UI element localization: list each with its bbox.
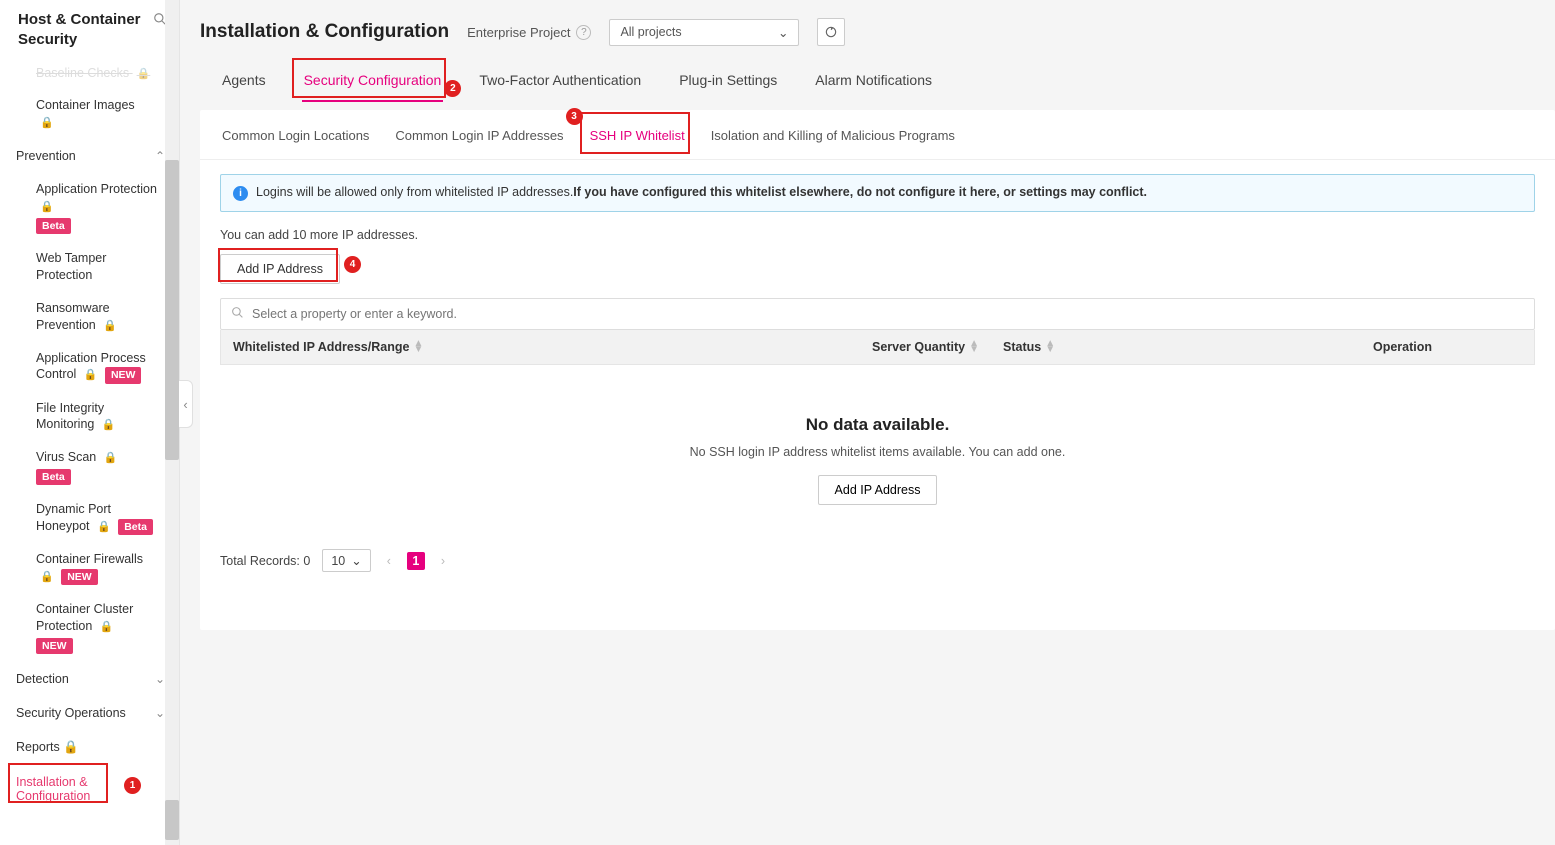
lock-icon: 🔒 — [103, 320, 117, 332]
add-ip-button-empty[interactable]: Add IP Address — [818, 475, 938, 505]
refresh-button[interactable] — [817, 18, 845, 46]
help-icon[interactable]: ? — [576, 25, 591, 40]
lock-icon: 🔒 — [104, 452, 118, 464]
sidebar: Host & Container Security Baseline Check… — [0, 0, 180, 845]
sidebar-item-app-protection[interactable]: Application Protection 🔒 Beta — [0, 173, 179, 242]
empty-heading: No data available. — [220, 415, 1535, 435]
step-marker-3: 3 — [566, 108, 583, 125]
tab-alarm-notifications[interactable]: Alarm Notifications — [813, 62, 934, 102]
sidebar-item-container-images[interactable]: Container Images🔒 — [0, 89, 179, 139]
lock-icon: 🔒 — [63, 740, 79, 754]
empty-subtext: No SSH login IP address whitelist items … — [220, 445, 1535, 459]
sidebar-scroll[interactable]: Baseline Checks 🔒 Container Images🔒 Prev… — [0, 65, 179, 845]
sort-icon: ▲▼ — [1045, 341, 1055, 353]
lock-icon: 🔒 — [137, 68, 151, 80]
enterprise-project-select[interactable]: All projects ⌄ — [609, 19, 799, 46]
enterprise-project-label: Enterprise Project ? — [467, 25, 591, 40]
lock-icon: 🔒 — [97, 521, 111, 533]
sidebar-item-cluster-prot[interactable]: Container Cluster Protection 🔒 NEW — [0, 593, 179, 662]
beta-badge: Beta — [118, 519, 153, 535]
primary-tabs: Agents Security Configuration 2 Two-Fact… — [200, 52, 1535, 102]
collapse-sidebar-handle[interactable]: ‹ — [179, 380, 193, 428]
col-operation: Operation — [1361, 330, 1534, 364]
tab-plugin-settings[interactable]: Plug-in Settings — [677, 62, 779, 102]
empty-state: No data available. No SSH login IP addre… — [220, 365, 1535, 535]
col-ip[interactable]: Whitelisted IP Address/Range ▲▼ — [221, 330, 601, 364]
page-next[interactable]: › — [437, 554, 449, 568]
banner-text-a: Logins will be allowed only from whiteli… — [256, 185, 573, 199]
banner-text-b: If you have configured this whitelist el… — [573, 185, 1147, 199]
new-badge: NEW — [61, 569, 98, 585]
page-prev[interactable]: ‹ — [383, 554, 395, 568]
lock-icon: 🔒 — [84, 369, 98, 381]
chevron-down-icon: ⌄ — [155, 706, 165, 720]
subtab-isolation[interactable]: Isolation and Killing of Malicious Progr… — [709, 126, 957, 145]
pagination: Total Records: 0 10 ⌄ ‹ 1 › — [200, 535, 1555, 590]
subtab-common-ips[interactable]: Common Login IP Addresses — [393, 126, 565, 145]
sidebar-item-baseline[interactable]: Baseline Checks 🔒 — [0, 65, 179, 90]
step-marker-4: 4 — [344, 256, 361, 273]
product-title: Host & Container Security — [18, 10, 153, 51]
sidebar-item-install-config[interactable]: Installation & Configuration 1 — [0, 765, 179, 813]
add-ip-button[interactable]: Add IP Address — [220, 254, 340, 284]
main-content: Installation & Configuration Enterprise … — [180, 0, 1555, 845]
chevron-up-icon: ⌃ — [155, 149, 165, 163]
lock-icon: 🔒 — [40, 571, 54, 583]
lock-icon: 🔒 — [40, 201, 54, 213]
sidebar-item-app-process[interactable]: Application Process Control 🔒 NEW — [0, 342, 179, 392]
chevron-down-icon: ⌄ — [778, 25, 788, 40]
scrollbar-thumb[interactable] — [165, 800, 179, 840]
search-bar[interactable] — [220, 298, 1535, 330]
step-marker-2: 2 — [444, 80, 461, 97]
sidebar-item-container-firewalls[interactable]: Container Firewalls🔒 NEW — [0, 543, 179, 593]
whitelist-table: Whitelisted IP Address/Range ▲▼ Server Q… — [220, 330, 1535, 535]
subtab-common-locations[interactable]: Common Login Locations — [220, 126, 371, 145]
search-icon — [231, 306, 244, 322]
col-status[interactable]: Status ▲▼ — [991, 330, 1361, 364]
page-current[interactable]: 1 — [407, 552, 425, 570]
sidebar-item-file-integrity[interactable]: File Integrity Monitoring 🔒 — [0, 392, 179, 442]
chevron-down-icon: ⌄ — [351, 553, 361, 568]
sidebar-group-detection[interactable]: Detection ⌄ — [0, 662, 179, 696]
info-icon: i — [233, 186, 248, 201]
sort-icon: ▲▼ — [413, 341, 423, 353]
secondary-tabs: Common Login Locations Common Login IP A… — [200, 110, 1555, 160]
tab-security-config[interactable]: Security Configuration 2 — [302, 62, 444, 102]
total-records: Total Records: 0 — [220, 554, 310, 568]
lock-icon: 🔒 — [100, 621, 114, 633]
quota-text: You can add 10 more IP addresses. — [200, 212, 1555, 250]
content-card: Common Login Locations Common Login IP A… — [200, 110, 1555, 630]
sort-icon: ▲▼ — [969, 341, 979, 353]
sidebar-group-prevention[interactable]: Prevention ⌃ — [0, 139, 179, 173]
sidebar-item-ransomware[interactable]: Ransomware Prevention 🔒 — [0, 292, 179, 342]
sidebar-item-web-tamper[interactable]: Web Tamper Protection — [0, 242, 179, 292]
new-badge: NEW — [36, 638, 73, 654]
tab-2fa[interactable]: Two-Factor Authentication — [477, 62, 643, 102]
beta-badge: Beta — [36, 469, 71, 485]
search-input[interactable] — [252, 307, 1524, 321]
page-title: Installation & Configuration — [200, 21, 449, 43]
subtab-ssh-whitelist[interactable]: SSH IP Whitelist 3 — [588, 126, 687, 145]
lock-icon: 🔒 — [40, 117, 54, 129]
tab-agents[interactable]: Agents — [220, 62, 268, 102]
sidebar-item-reports[interactable]: Reports 🔒 — [0, 730, 179, 765]
chevron-down-icon: ⌄ — [155, 672, 165, 686]
lock-icon: 🔒 — [102, 419, 116, 431]
sidebar-item-honeypot[interactable]: Dynamic Port Honeypot 🔒 Beta — [0, 493, 179, 543]
scrollbar-thumb[interactable] — [165, 160, 179, 460]
beta-badge: Beta — [36, 218, 71, 234]
new-badge: NEW — [105, 367, 142, 383]
col-qty[interactable]: Server Quantity ▲▼ — [601, 330, 991, 364]
sidebar-group-security-ops[interactable]: Security Operations ⌄ — [0, 696, 179, 730]
info-banner: i Logins will be allowed only from white… — [220, 174, 1535, 212]
sidebar-item-virus-scan[interactable]: Virus Scan 🔒 Beta — [0, 441, 179, 493]
page-size-select[interactable]: 10 ⌄ — [322, 549, 370, 572]
